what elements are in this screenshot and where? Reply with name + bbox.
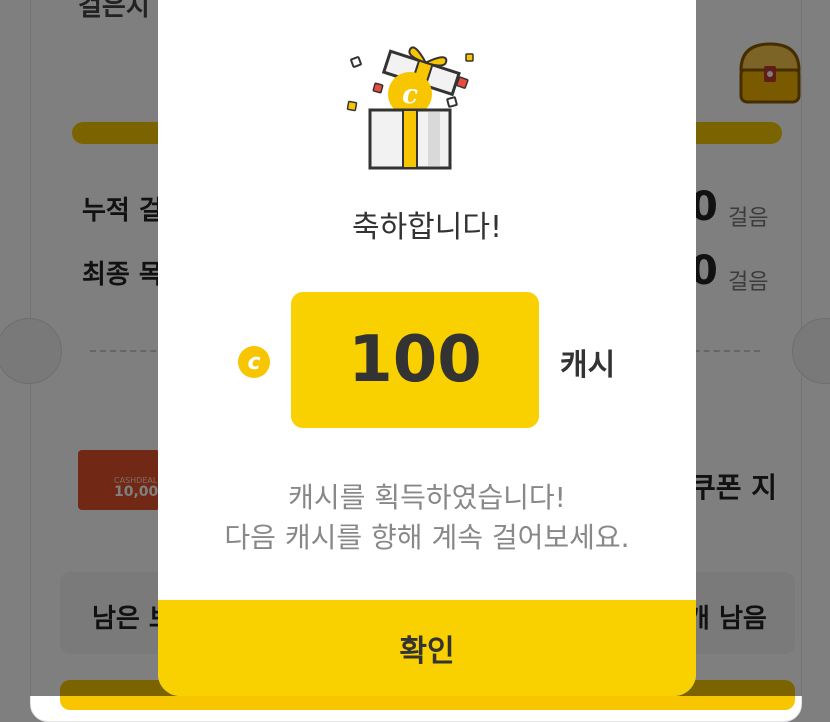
reward-message-line2: 다음 캐시를 향해 계속 걸어보세요. bbox=[224, 521, 630, 554]
gift-box-icon: c bbox=[346, 46, 474, 170]
modal-title: 축하합니다! bbox=[351, 210, 503, 245]
svg-text:c: c bbox=[402, 80, 418, 110]
reward-unit: 캐시 bbox=[560, 348, 616, 383]
confirm-button[interactable]: 확인 bbox=[158, 600, 696, 696]
coin-icon: c bbox=[238, 346, 270, 378]
reward-amount: 100 bbox=[291, 292, 539, 428]
reward-modal: c 축하합니다! c 100 캐시 캐시를 획득하였습니다! 다음 캐시를 향해… bbox=[158, 0, 696, 696]
reward-message-line1: 캐시를 획득하였습니다! bbox=[288, 481, 566, 514]
